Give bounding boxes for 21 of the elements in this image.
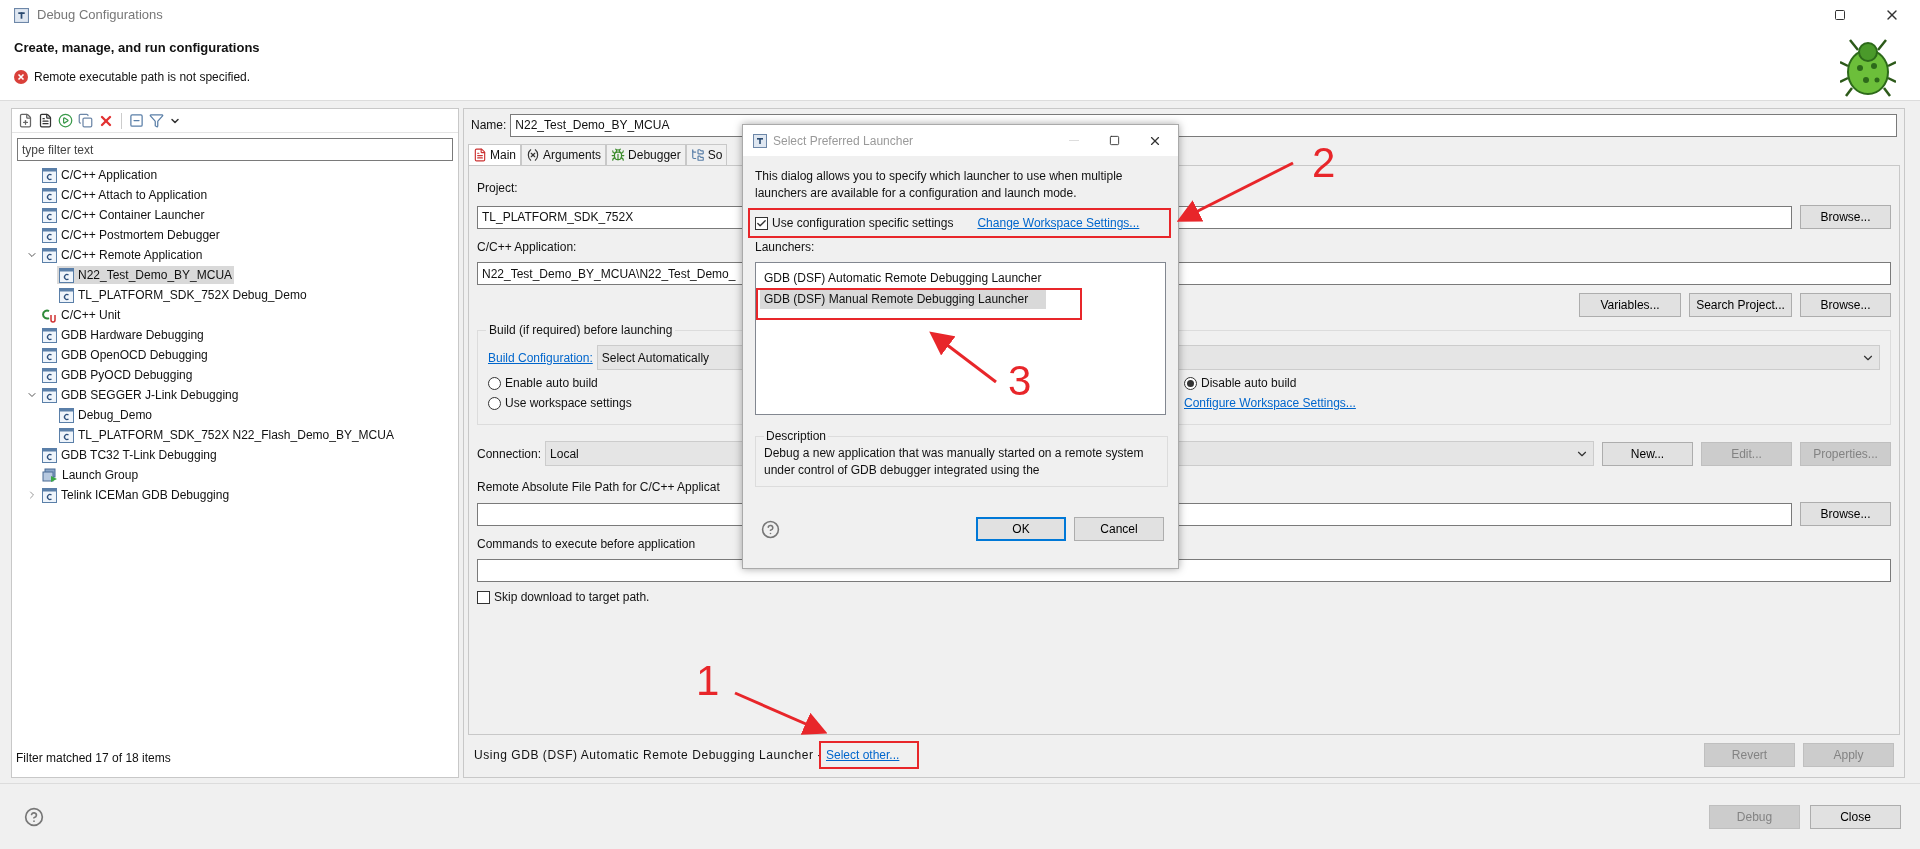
window-title: Debug Configurations — [37, 6, 163, 25]
radio-label: Enable auto build — [505, 375, 598, 392]
radio-label: Disable auto build — [1201, 375, 1297, 392]
filter-status: Filter matched 17 of 18 items — [16, 750, 172, 767]
field-label: C/C++ Application: — [477, 239, 577, 256]
name-label: Name: — [471, 117, 507, 134]
dialog-description: This dialog allows you to specify which launcher to use when multiple launchers are available for a configuration and launch mode. — [755, 168, 1124, 202]
launchers-label: Launchers: — [755, 239, 816, 256]
field-label: Commands to execute before application — [477, 536, 696, 553]
radio-label: Use workspace settings — [505, 395, 632, 412]
checkbox-label: Use configuration specific settings — [772, 215, 954, 232]
group-title: Build (if required) before launching — [488, 322, 674, 339]
launcher-info: Using GDB (DSF) Automatic Remote Debugging Launcher - — [474, 747, 822, 764]
error-message: Remote executable path is not specified. — [34, 68, 251, 86]
page-heading: Create, manage, and run configurations — [14, 39, 260, 57]
annotation-number: 2 — [1312, 142, 1336, 184]
field-label: Connection: — [477, 445, 542, 463]
field-label: Project: — [477, 180, 518, 197]
checkbox-label: Skip download to target path. — [494, 589, 650, 606]
field-label: Remote Absolute File Path for C/C++ Applicat — [477, 479, 720, 496]
annotation-number: 1 — [696, 660, 720, 702]
